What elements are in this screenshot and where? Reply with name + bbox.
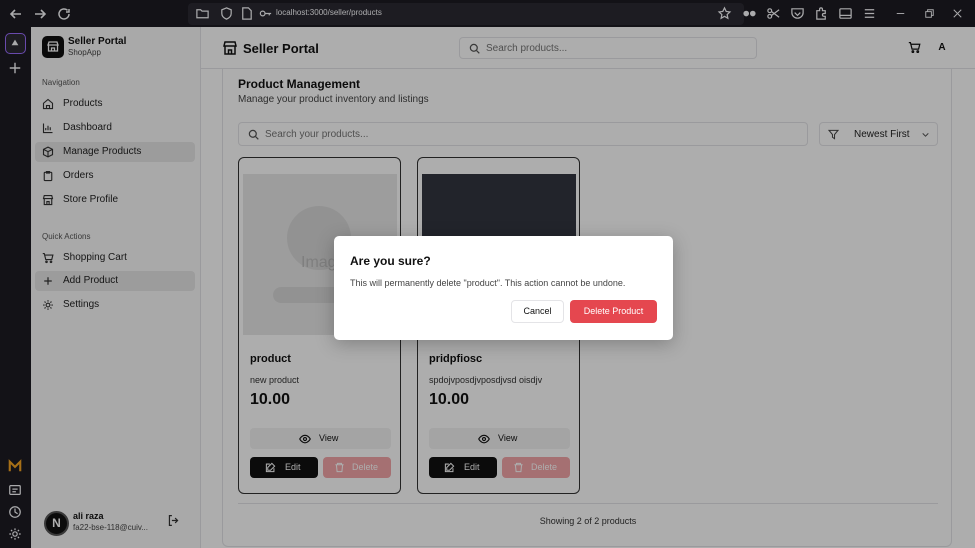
cancel-button[interactable]: Cancel [511, 300, 564, 323]
delete-product-button[interactable]: Delete Product [570, 300, 657, 323]
dialog-message: This will permanently delete "product". … [350, 278, 626, 288]
dialog-title: Are you sure? [350, 254, 431, 268]
confirm-delete-dialog: Are you sure? This will permanently dele… [334, 236, 673, 340]
